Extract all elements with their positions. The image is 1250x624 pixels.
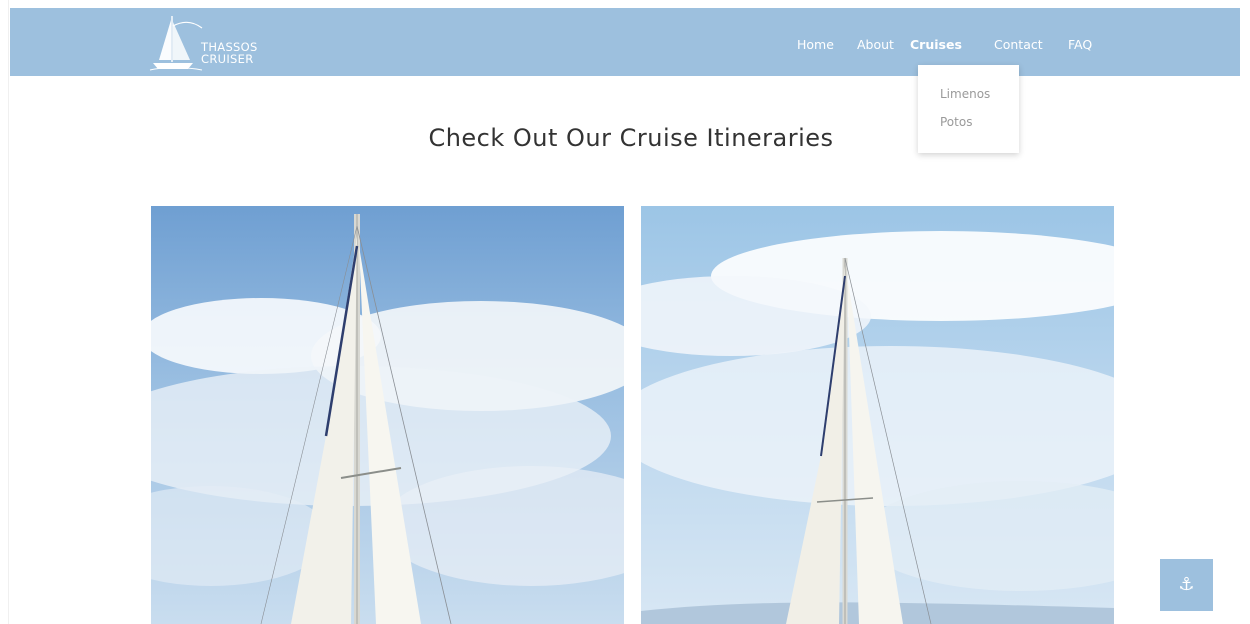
main-navigation: Home About Cruises Contact FAQ [10, 37, 1240, 57]
nav-about[interactable]: About [857, 37, 894, 52]
page-edge [0, 0, 9, 624]
nav-contact[interactable]: Contact [994, 37, 1043, 52]
sailboat-photo [641, 206, 1114, 624]
nav-faq[interactable]: FAQ [1068, 37, 1092, 52]
nav-cruises[interactable]: Cruises [910, 37, 962, 52]
navbar: THASSOS CRUISER Home About Cruises Conta… [10, 8, 1240, 76]
itinerary-card[interactable] [641, 206, 1114, 624]
page: THASSOS CRUISER Home About Cruises Conta… [0, 0, 1250, 624]
nav-home[interactable]: Home [797, 37, 834, 52]
dropdown-item-limenos[interactable]: Limenos [940, 87, 990, 101]
back-to-top-button[interactable]: ⚓ [1160, 559, 1213, 611]
page-title: Check Out Our Cruise Itineraries [428, 124, 834, 152]
itinerary-card[interactable] [151, 206, 624, 624]
anchor-icon: ⚓ [1178, 574, 1195, 595]
sailboat-photo [151, 206, 624, 624]
